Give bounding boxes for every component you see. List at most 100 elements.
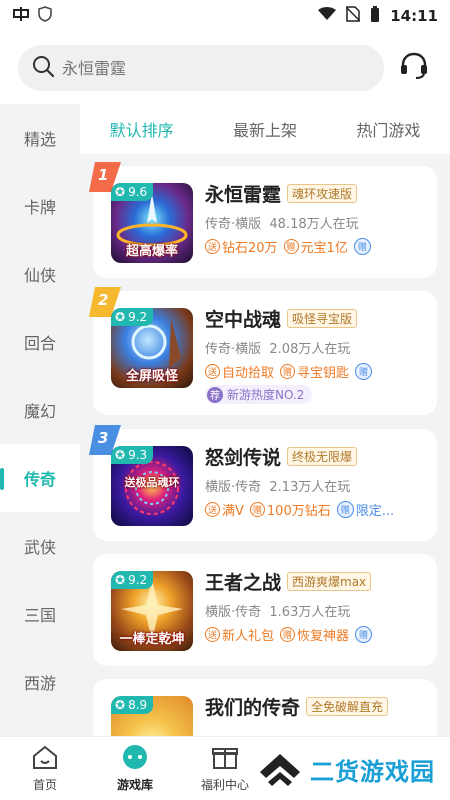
gift-icon: 赠 [280,627,296,642]
status-time: 14:11 [390,7,438,25]
version-tag: 西游爽爆max [287,572,372,591]
star-icon: ✪ [115,698,126,712]
version-tag: 魂环攻速版 [287,184,358,203]
site-watermark: 二货游戏园 [258,748,435,790]
rating-badge: ✪ 8.9 [111,696,154,714]
bonus-icon: 赠 [355,626,373,643]
search-input[interactable] [62,58,362,78]
sidebar-item-xianxia[interactable]: 仙侠 [0,240,80,308]
perk-text: 自动拾取 [222,366,275,381]
game-title: 永恒雷霆 [205,184,282,206]
sidebar-item-wuxia[interactable]: 武侠 [0,512,80,580]
rating-badge: ✪ 9.2 [111,308,154,326]
bonus-icon: 赠 [353,238,371,255]
headset-icon [399,51,429,85]
perk-text: 钻石20万 [222,241,278,256]
game-thumbnail: ✪ 9.2 一棒定乾坤 [111,571,193,651]
version-tag: 终极无限爆 [287,447,358,466]
game-genre: 横版·传奇 [205,605,262,620]
perk-text: 元宝1亿 [300,241,348,256]
wifi-icon [318,7,337,25]
version-tag: 吸怪寻宝版 [287,309,358,328]
game-list-panel: 默认排序 最新上架 热门游戏 1 ✪ 9.6 超高爆率 永恒雷霆 魂环攻速版 传奇… [80,104,450,736]
game-card[interactable]: ✪ 9.2 一棒定乾坤 王者之战 西游爽爆max 横版·传奇 1.63万人在玩 送… [93,554,437,666]
recommend-text: 新游热度NO.2 [227,388,305,402]
give-icon: 送 [205,364,220,379]
nav-welfare-center[interactable]: 福利中心 [180,737,270,800]
player-count: 2.08万人在玩 [269,342,351,357]
bonus-icon: 赠 [336,501,354,518]
game-title: 空中战魂 [205,309,282,331]
customer-service-button[interactable] [396,50,432,86]
watermark-text: 二货游戏园 [310,757,435,786]
tab-hot-games[interactable]: 热门游戏 [356,117,420,141]
sidebar-item-jingxuan[interactable]: 精选 [0,104,80,172]
rating-badge: ✪ 9.3 [111,446,154,464]
search-icon [32,55,55,81]
player-count: 1.63万人在玩 [269,605,351,620]
game-genre: 传奇·横版 [205,342,262,357]
no-sim-icon [345,6,361,26]
nav-label: 游戏库 [116,778,153,792]
star-icon: ✪ [115,310,126,324]
sidebar-item-kapai[interactable]: 卡牌 [0,172,80,240]
sidebar-item-mohuan[interactable]: 魔幻 [0,376,80,444]
shield-icon [38,6,52,26]
gift-icon: 赠 [249,502,265,517]
gift-icon: 赠 [280,364,296,379]
gift-icon: 赠 [283,239,299,254]
game-card[interactable]: 1 ✪ 9.6 超高爆率 永恒雷霆 魂环攻速版 传奇·横版 48.18万人在玩 送… [89,162,437,278]
give-icon: 送 [205,627,220,642]
status-bar: 14:11 [0,0,450,32]
perk-text: 新人礼包 [222,629,275,644]
game-genre: 传奇·横版 [205,217,262,232]
version-tag: 全免破解直充 [306,697,389,716]
player-count: 48.18万人在玩 [269,217,359,232]
perk-text: 恢复神器 [297,629,350,644]
sidebar-item-sanguo[interactable]: 三国 [0,580,80,648]
game-title: 怒剑传说 [205,447,282,469]
game-genre: 横版·传奇 [205,480,262,495]
player-count: 2.13万人在玩 [269,480,351,495]
star-icon: ✪ [115,448,126,462]
give-icon: 送 [205,239,220,254]
nav-game-library[interactable]: 游戏库 [90,737,180,800]
thumb-banner: 全屏吸怪 [125,369,178,384]
thumb-banner: 一棒定乾坤 [119,632,185,647]
search-box[interactable] [18,45,384,91]
rating-badge: ✪ 9.6 [111,183,154,201]
give-icon: 送 [205,502,220,517]
rating-badge: ✪ 9.2 [111,571,154,589]
recommend-icon: 荐 [207,386,223,403]
game-card[interactable]: ✪ 8.9 我们的传奇 全免破解直充 [93,679,437,736]
bonus-text: 限定... [355,504,395,519]
sidebar-item-chuanqi[interactable]: 传奇 [0,444,80,512]
sidebar-item-huihe[interactable]: 回合 [0,308,80,376]
bonus-icon: 赠 [355,363,373,380]
game-card[interactable]: 3 ✪ 9.3 送极品魂环 怒剑传说 终极无限爆 横版·传奇 2.13万人在玩 送… [89,425,437,541]
gift-box-icon [211,744,239,773]
perk-text: 寻宝钥匙 [297,366,350,381]
home-icon [31,744,59,773]
sort-tabs: 默认排序 最新上架 热门游戏 [80,104,450,154]
nav-label: 首页 [32,778,57,792]
thumb-banner: 超高爆率 [125,244,178,259]
recommend-badge: 荐 新游热度NO.2 [205,385,313,404]
sidebar-item-xiyou[interactable]: 西游 [0,648,80,716]
top-bar [0,32,450,104]
tab-newest[interactable]: 最新上架 [233,117,297,141]
game-title: 我们的传奇 [205,697,301,719]
star-icon: ✪ [115,185,126,199]
nav-home[interactable]: 首页 [0,737,90,800]
perk-text: 100万钻石 [266,504,331,519]
game-card[interactable]: 2 ✪ 9.2 全屏吸怪 空中战魂 吸怪寻宝版 传奇·横版 2.08万人在玩 送自… [89,287,437,415]
game-thumbnail: ✪ 8.9 [111,696,193,736]
battery-icon [370,5,380,27]
game-library-icon [120,744,150,773]
thumb-banner: 送极品魂环 [124,476,180,489]
game-thumbnail: ✪ 9.6 超高爆率 [111,183,193,263]
game-thumbnail: ✪ 9.3 送极品魂环 [111,446,193,526]
perk-text: 满V [222,504,244,519]
chevron-up-logo-icon [258,748,302,790]
tab-default-sort[interactable]: 默认排序 [110,117,174,141]
